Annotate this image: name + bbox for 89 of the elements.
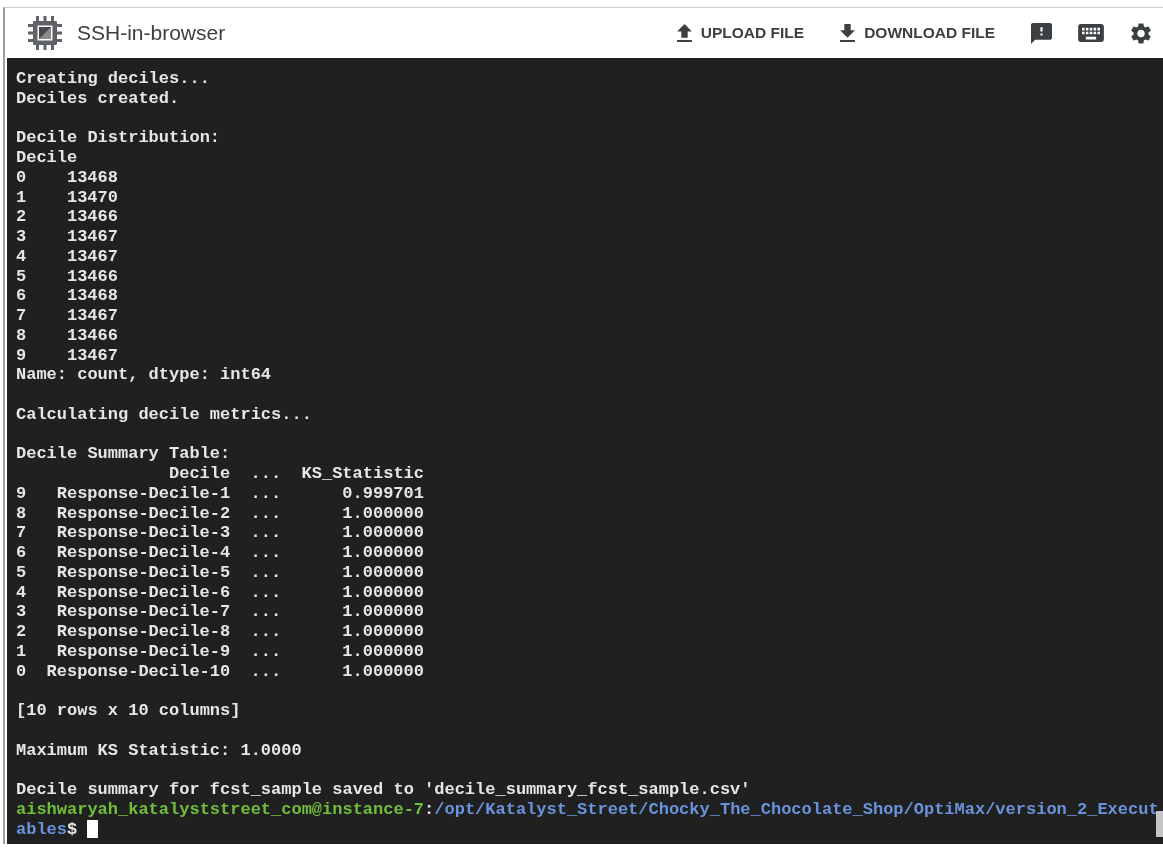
row-index: 0 xyxy=(16,661,27,682)
feedback-icon xyxy=(1030,22,1052,44)
output-line: Creating deciles... xyxy=(16,69,210,89)
download-button[interactable]: DOWNLOAD FILE xyxy=(832,18,1003,48)
table-cell: Response-Decile-6 xyxy=(56,582,231,603)
settings-icon xyxy=(1131,22,1151,44)
row-index: 9 xyxy=(16,345,27,366)
row-index: 5 xyxy=(16,266,27,287)
count-value: 13467 xyxy=(66,227,118,247)
count-value: 13468 xyxy=(66,286,118,306)
upload-button[interactable]: UPLOAD FILE xyxy=(668,18,813,48)
table-cell: ... xyxy=(250,562,282,583)
output-line: Decile Distribution: xyxy=(16,128,221,148)
row-index: 8 xyxy=(16,503,27,524)
prompt-path: /opt/Katalyst_Street/Chocky_The_Chocolate_Shop/OptiMax/version_2_Execut xyxy=(434,799,1159,819)
table-cell: ... xyxy=(250,523,282,543)
row-index: 8 xyxy=(16,325,27,346)
table-cell: Response-Decile-8 xyxy=(56,622,231,642)
prompt-path: ables xyxy=(16,819,67,839)
download-icon xyxy=(840,24,856,42)
row-index: 4 xyxy=(16,582,27,603)
upload-icon xyxy=(676,24,692,42)
table-cell: ... xyxy=(250,641,282,662)
output-line: Maximum KS Statistic: 1.0000 xyxy=(16,740,302,761)
row-index: 3 xyxy=(16,227,27,247)
count-value: 13466 xyxy=(66,266,118,287)
count-value: 13468 xyxy=(66,167,118,188)
table-cell: Response-Decile-1 xyxy=(56,483,231,504)
column-header: Decile xyxy=(169,464,231,484)
row-index: 9 xyxy=(16,483,27,504)
column-header: ... xyxy=(250,464,282,484)
table-cell: ... xyxy=(250,503,282,524)
output-line: Deciles created. xyxy=(16,88,180,109)
count-value: 13467 xyxy=(66,306,118,326)
table-cell: Response-Decile-5 xyxy=(56,562,231,583)
prompt-user-host: aishwaryah_katalyststreet_com@instance-7 xyxy=(16,799,425,819)
output-line: Decile summary for fcst_sample saved to 'decile_summary_fcst_sample.csv' xyxy=(16,780,751,800)
window-title: SSH-in-browser xyxy=(77,21,226,45)
table-cell: 1.000000 xyxy=(342,622,424,642)
table-cell: 0.999701 xyxy=(342,483,424,504)
row-index: 6 xyxy=(16,286,27,306)
prompt-separator: : xyxy=(424,799,435,819)
table-cell: ... xyxy=(250,622,282,642)
table-cell: Response-Decile-4 xyxy=(56,543,231,563)
table-cell: 1.000000 xyxy=(342,602,424,622)
keyboard-icon xyxy=(1078,24,1104,42)
row-index: 2 xyxy=(16,207,27,227)
count-value: 13470 xyxy=(66,187,118,208)
table-cell: ... xyxy=(250,582,282,603)
row-index: 7 xyxy=(16,523,27,543)
table-cell: Response-Decile-9 xyxy=(56,641,231,662)
column-header: KS_Statistic xyxy=(301,464,424,484)
row-index: 3 xyxy=(16,602,27,622)
scrollbar-thumb[interactable] xyxy=(1156,811,1163,837)
index-name: Decile xyxy=(16,148,78,168)
table-cell: Response-Decile-3 xyxy=(56,523,231,543)
table-cell: 1.000000 xyxy=(342,543,424,563)
table-cell: ... xyxy=(250,543,282,563)
row-index: 1 xyxy=(16,641,27,662)
table-cell: Response-Decile-7 xyxy=(56,602,231,622)
row-index: 7 xyxy=(16,306,27,326)
table-cell: Response-Decile-10 xyxy=(46,661,231,682)
output-line: Calculating decile metrics... xyxy=(16,404,312,425)
output-line: Decile Summary Table: xyxy=(16,444,231,464)
table-cell: ... xyxy=(250,602,282,622)
table-cell: 1.000000 xyxy=(342,523,424,543)
table-cell: 1.000000 xyxy=(342,503,424,524)
count-value: 13466 xyxy=(66,325,118,346)
row-index: 2 xyxy=(16,622,27,642)
table-cell: 1.000000 xyxy=(342,562,424,583)
table-cell: ... xyxy=(250,661,282,682)
row-index: 0 xyxy=(16,167,27,188)
table-cell: ... xyxy=(250,483,282,504)
prompt-symbol: $ xyxy=(67,819,78,839)
output-line: [10 rows x 10 columns] xyxy=(16,701,241,721)
cursor-icon xyxy=(87,819,98,838)
output-line: Name: count, dtype: int64 xyxy=(16,365,272,385)
table-cell: 1.000000 xyxy=(342,661,424,682)
count-value: 13467 xyxy=(66,345,118,366)
row-index: 5 xyxy=(16,562,27,583)
table-cell: 1.000000 xyxy=(342,582,424,603)
count-value: 13467 xyxy=(66,246,118,267)
row-index: 6 xyxy=(16,543,27,563)
row-index: 4 xyxy=(16,246,27,267)
row-index: 1 xyxy=(16,187,27,208)
count-value: 13466 xyxy=(66,207,118,227)
table-cell: Response-Decile-2 xyxy=(56,503,231,524)
table-cell: 1.000000 xyxy=(342,641,424,662)
chip-icon xyxy=(28,16,62,50)
